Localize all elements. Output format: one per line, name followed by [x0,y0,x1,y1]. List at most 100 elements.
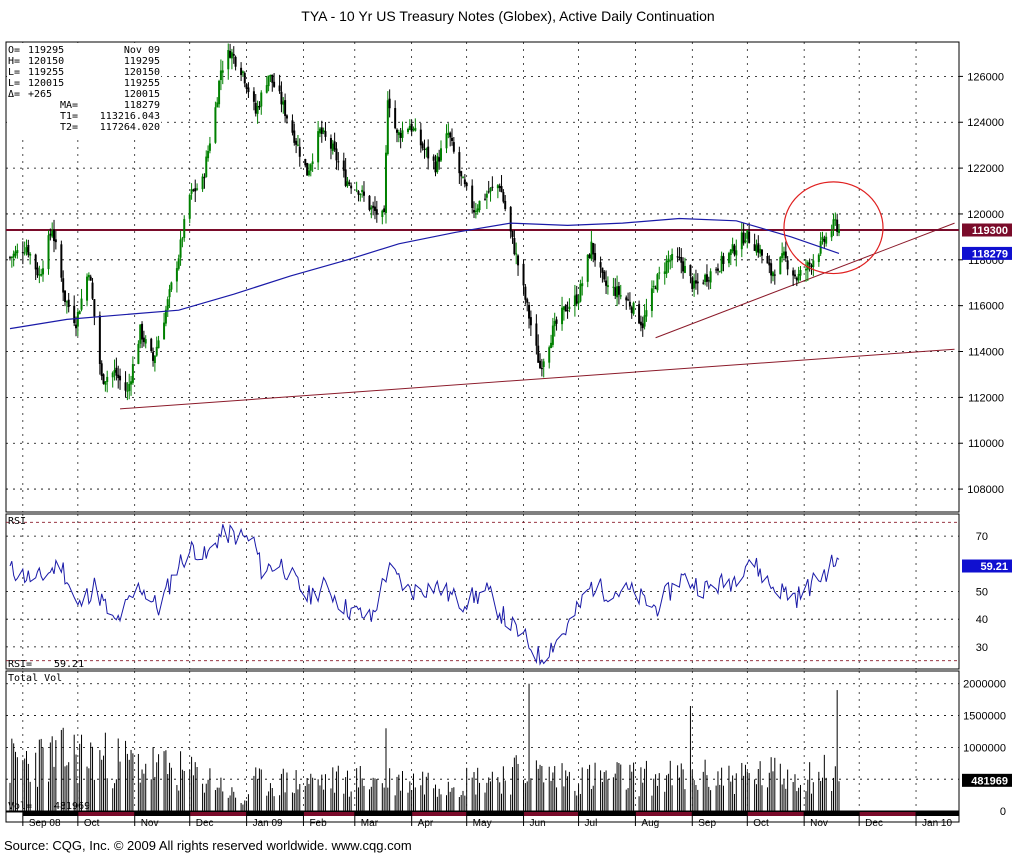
info-box-value: T1= [60,111,78,122]
candle-body [683,265,686,273]
month-label: Feb [309,818,327,829]
candle-body [104,381,107,385]
month-label: Jan 09 [253,818,283,829]
candle-body [368,195,371,210]
month-label: Dec [865,818,883,829]
last-price-tag-text: 119300 [972,225,1008,237]
candle-body [592,242,595,255]
candle-body [208,143,211,151]
candle-body [440,148,443,161]
candle-body [412,128,415,130]
candle-body [792,270,795,276]
info-box-key: H= [8,56,20,67]
price-tick-label: 114000 [968,347,1004,359]
candle-body [834,219,837,221]
info-box-key: Δ= [8,89,20,100]
rsi-value-text: 59.21 [54,659,84,670]
candle-body [817,254,820,263]
candle-body [23,252,26,254]
price-tick-label: 110000 [968,438,1004,450]
candle-body [166,299,169,310]
candle-body [155,346,158,356]
candle-body [768,262,771,266]
info-box-value: 120150 [28,56,64,67]
candle-body [528,304,531,319]
candle-body [60,244,63,278]
rsi-tick-label: 40 [976,614,988,626]
month-band [77,812,135,816]
candle-body [676,256,679,258]
candle-body [797,273,800,281]
candle-body [498,185,501,188]
month-label: Aug [641,818,659,829]
candle-body [654,287,657,289]
candle-body [542,361,545,368]
candle-body [100,363,103,377]
candle-body [144,339,147,344]
price-tick-label: 108000 [967,484,1004,496]
candle-body [586,254,589,282]
candle-body [568,306,571,310]
candle-body [548,347,551,363]
month-band [804,812,860,816]
month-label: Jul [585,818,598,829]
candle-body [735,250,738,256]
month-band [466,812,524,816]
candle-body [619,295,622,297]
candle-body [566,310,569,312]
candle-body [452,142,455,152]
candle-body [62,278,65,293]
month-band [303,812,355,816]
candle-body [201,176,204,190]
candle-body [645,310,648,317]
info-box-value: 120015 [124,89,160,100]
candle-body [128,383,131,391]
candle-body [27,244,30,255]
candle-body [594,253,597,261]
candle-body [447,132,450,135]
month-label: May [473,818,492,829]
candle-body [474,210,477,213]
candle-body [760,249,763,256]
candle-body [119,375,122,381]
rsi-tick-label: 50 [976,587,988,599]
candle-body [605,280,608,286]
candle-body [825,236,828,244]
candle-body [509,207,512,232]
candle-body [218,80,221,105]
month-band [354,812,412,816]
candle-body [551,325,554,345]
month-band [692,812,748,816]
candle-body [93,299,96,317]
candle-body [832,219,835,230]
candle-body [526,299,529,303]
candle-body [652,285,655,288]
candle-body [632,302,635,314]
candle-body [34,254,37,270]
candle-body [203,177,206,179]
candle-body [617,286,620,295]
candle-body [458,152,461,174]
candle-body [381,210,384,217]
candle-body [375,209,378,215]
candle-body [205,156,208,178]
candle-body [742,232,745,244]
candle-body [258,105,261,108]
candle-body [38,274,41,276]
candle-body [102,374,105,384]
candle-body [344,169,347,186]
candle-body [715,269,718,271]
candle-body [434,161,437,173]
candle-body [397,132,400,136]
candle-body [478,200,481,211]
candle-body [638,304,641,324]
info-box-value: +265 [28,89,52,100]
candle-body [227,50,230,70]
candle-body [293,130,296,143]
month-band [747,812,805,816]
rsi-tick-label: 30 [976,642,988,654]
candle-body [513,238,516,255]
candle-body [91,282,94,299]
candle-body [284,100,287,116]
candle-body [229,50,232,58]
